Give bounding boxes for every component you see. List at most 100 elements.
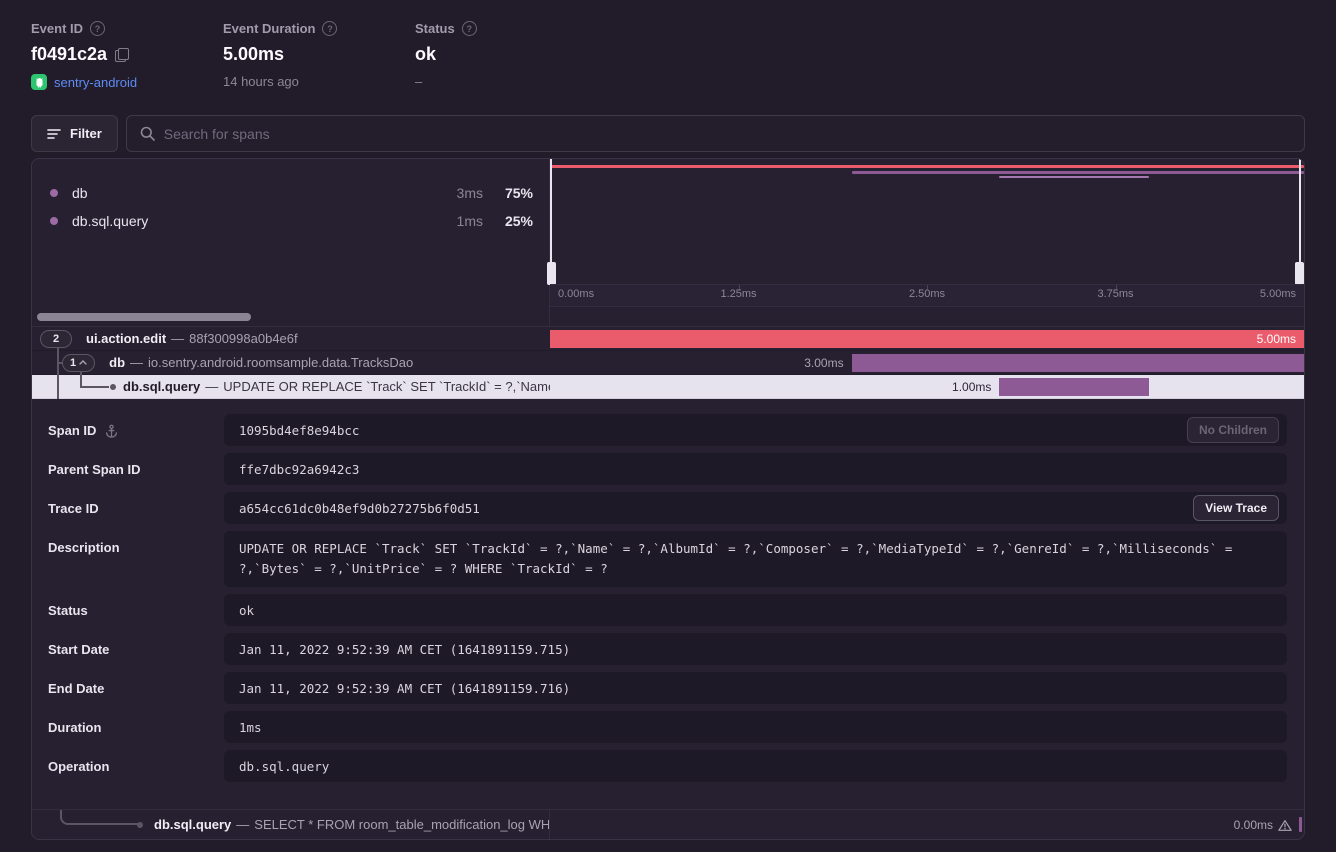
span-separator: — (171, 331, 184, 346)
event-id-column: Event ID ? f0491c2a sentry-android (31, 21, 223, 90)
search-input[interactable] (164, 126, 1291, 142)
event-id-value: f0491c2a (31, 44, 107, 65)
event-duration-label: Event Duration (223, 21, 315, 36)
detail-row-duration: Duration 1ms (48, 711, 1287, 743)
status-detail-value: ok (239, 603, 254, 618)
detail-label: Span ID (48, 423, 96, 446)
copy-icon[interactable] (115, 48, 129, 62)
event-duration-value: 5.00ms (223, 44, 284, 65)
span-duration: 3.00ms (804, 351, 851, 374)
span-row-next-db-sql-query[interactable]: db.sql.query — SELECT * FROM room_table_… (32, 809, 1304, 839)
time-axis-section: 0.00ms 1.25ms 2.50ms 3.75ms 5.00ms (32, 284, 1304, 307)
minimap-right-grip[interactable] (1295, 262, 1304, 285)
detail-label: Parent Span ID (48, 462, 140, 485)
detail-row-parent-span-id: Parent Span ID ffe7dbc92a6942c3 (48, 453, 1287, 485)
minimap-section: db 3ms 75% db.sql.query 1ms 25% (32, 159, 1304, 284)
span-details: Span ID 1095bd4ef8e94bcc No Children Par… (32, 399, 1304, 789)
tree-connector (80, 372, 82, 387)
trace-id-field: a654cc61dc0b48ef9d0b27275b6f0d51 View Tr… (224, 492, 1287, 524)
detail-label: Start Date (48, 642, 109, 665)
detail-label: Status (48, 603, 88, 626)
breakdown-row-db-sql-query[interactable]: db.sql.query 1ms 25% (50, 207, 533, 235)
tree-connector (57, 348, 59, 399)
span-duration: 1.00ms (952, 375, 999, 398)
tree-connector-dot (110, 384, 116, 390)
span-duration: 0.00ms (1234, 818, 1273, 832)
minimap-span-line (999, 176, 1148, 178)
trace-panel: db 3ms 75% db.sql.query 1ms 25% (31, 158, 1305, 840)
status-field: ok (224, 594, 1287, 626)
detail-label: Description (48, 540, 120, 587)
span-op: db (109, 355, 125, 370)
op-time: 1ms (457, 213, 483, 229)
android-icon (31, 74, 47, 90)
span-tree: 2 ui.action.edit — 88f300998a0b4e6f 5.00… (32, 327, 1304, 399)
span-description: 88f300998a0b4e6f (189, 331, 297, 346)
description-field: UPDATE OR REPLACE `Track` SET `TrackId` … (224, 531, 1287, 587)
op-name: db.sql.query (72, 213, 457, 229)
op-time: 3ms (457, 185, 483, 201)
duration-field: 1ms (224, 711, 1287, 743)
span-search[interactable] (126, 115, 1305, 152)
start-date-value: Jan 11, 2022 9:52:39 AM CET (1641891159.… (239, 642, 570, 657)
status-column: Status ? ok – (415, 21, 607, 90)
status-label: Status (415, 21, 455, 36)
event-header: Event ID ? f0491c2a sentry-android Event… (0, 0, 1336, 90)
span-separator: — (130, 355, 143, 370)
parent-span-id-value: ffe7dbc92a6942c3 (239, 462, 359, 477)
span-bar[interactable] (852, 354, 1304, 372)
help-icon[interactable]: ? (462, 21, 477, 36)
span-op: db.sql.query (123, 379, 200, 394)
minimap-left-grip[interactable] (547, 262, 556, 285)
status-value: ok (415, 44, 436, 65)
children-count-pill[interactable]: 2 (40, 330, 72, 348)
span-description: io.sentry.android.roomsample.data.Tracks… (148, 355, 413, 370)
span-row-ui-action-edit[interactable]: 2 ui.action.edit — 88f300998a0b4e6f 5.00… (32, 327, 1304, 351)
detail-row-description: Description UPDATE OR REPLACE `Track` SE… (48, 531, 1287, 587)
warning-icon (1278, 819, 1292, 832)
span-bar[interactable] (999, 378, 1148, 396)
tree-connector-dot (137, 822, 143, 828)
end-date-value: Jan 11, 2022 9:52:39 AM CET (1641891159.… (239, 681, 570, 696)
anchor-icon[interactable] (104, 424, 119, 439)
operation-value: db.sql.query (239, 759, 329, 774)
help-icon[interactable]: ? (322, 21, 337, 36)
help-icon[interactable]: ? (90, 21, 105, 36)
span-description: SELECT * FROM room_table_modification_lo… (254, 817, 550, 832)
detail-label: End Date (48, 681, 104, 704)
operation-field: db.sql.query (224, 750, 1287, 782)
end-date-field: Jan 11, 2022 9:52:39 AM CET (1641891159.… (224, 672, 1287, 704)
no-children-button: No Children (1187, 417, 1279, 443)
operations-breakdown: db 3ms 75% db.sql.query 1ms 25% (32, 159, 550, 284)
axis-tick-label: 0.00ms (558, 288, 594, 300)
op-color-dot (50, 217, 58, 225)
detail-row-end-date: End Date Jan 11, 2022 9:52:39 AM CET (16… (48, 672, 1287, 704)
children-count: 1 (70, 357, 76, 369)
event-age: 14 hours ago (223, 74, 299, 89)
view-trace-button[interactable]: View Trace (1193, 495, 1279, 521)
detail-row-operation: Operation db.sql.query (48, 750, 1287, 782)
detail-row-trace-id: Trace ID a654cc61dc0b48ef9d0b27275b6f0d5… (48, 492, 1287, 524)
span-bar[interactable] (550, 330, 1304, 348)
detail-row-start-date: Start Date Jan 11, 2022 9:52:39 AM CET (… (48, 633, 1287, 665)
trace-minimap[interactable] (550, 159, 1304, 284)
span-row-db[interactable]: 1 db — io.sentry.android.roomsample.data… (32, 351, 1304, 375)
span-separator: — (205, 379, 218, 394)
filter-button[interactable]: Filter (31, 115, 118, 152)
chevron-up-icon (79, 360, 87, 365)
horizontal-scrollbar[interactable] (37, 313, 251, 321)
minimap-span-line (852, 171, 1304, 174)
duration-value: 1ms (239, 720, 262, 735)
axis-tick-label: 5.00ms (1260, 288, 1296, 300)
detail-row-status: Status ok (48, 594, 1287, 626)
detail-label: Trace ID (48, 501, 99, 524)
span-row-db-sql-query-selected[interactable]: db.sql.query — UPDATE OR REPLACE `Track`… (32, 375, 1304, 399)
project-link[interactable]: sentry-android (54, 75, 137, 90)
span-separator: — (236, 817, 249, 832)
event-duration-column: Event Duration ? 5.00ms 14 hours ago (223, 21, 415, 90)
breakdown-row-db[interactable]: db 3ms 75% (50, 179, 533, 207)
detail-row-span-id: Span ID 1095bd4ef8e94bcc No Children (48, 414, 1287, 446)
filter-icon (47, 128, 61, 140)
children-count-pill[interactable]: 1 (62, 354, 95, 372)
span-id-field: 1095bd4ef8e94bcc No Children (224, 414, 1287, 446)
